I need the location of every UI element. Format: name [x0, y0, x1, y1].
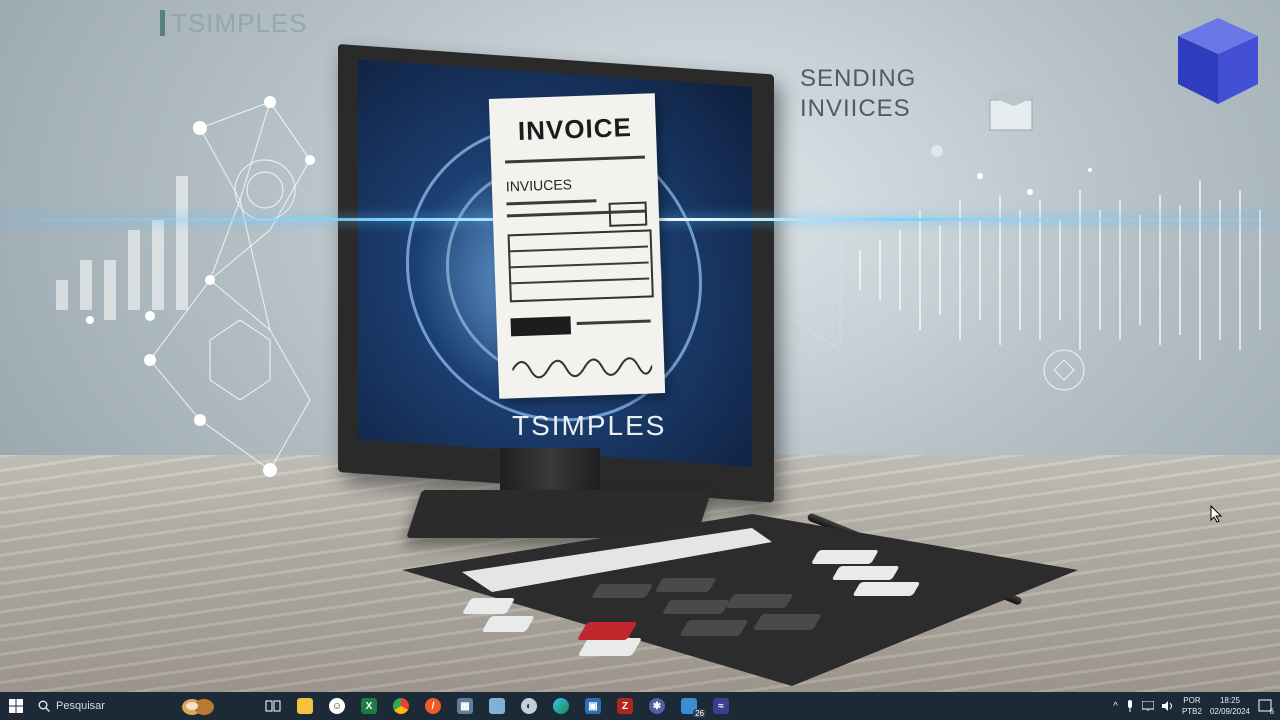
smiley-icon: ☺	[329, 698, 345, 714]
taskbar-search[interactable]: Pesquisar	[32, 692, 178, 720]
emoji-app-button[interactable]: ☺	[324, 693, 350, 719]
paint-app-button[interactable]: ◐	[516, 693, 542, 719]
brave-button[interactable]: /	[420, 693, 446, 719]
target-hexagon-icon	[1043, 349, 1085, 391]
app-badge: 26	[693, 709, 706, 718]
calculator-icon: ▦	[457, 698, 473, 714]
visual-studio-button[interactable]: ≈	[708, 693, 734, 719]
heading-line-2: INVIICES	[800, 95, 911, 122]
search-placeholder: Pesquisar	[56, 700, 105, 712]
filezilla-button[interactable]: Z	[612, 693, 638, 719]
palette-icon: ◐	[521, 698, 537, 714]
system-tray: ^ POR PTB2 18:25 02/09/2024 6	[1113, 692, 1280, 720]
chrome-button[interactable]	[388, 693, 414, 719]
clock-time: 18:25	[1219, 696, 1240, 705]
clock-date: 02/09/2024	[1209, 707, 1250, 716]
cube-logo-icon	[1178, 18, 1258, 104]
invoice-stamp-box	[608, 201, 648, 227]
brave-icon: /	[425, 698, 441, 714]
folder-icon	[297, 698, 313, 714]
remote-desktop-button[interactable]: ▣	[580, 693, 606, 719]
invoice-rule	[504, 155, 645, 164]
mouse-cursor-icon	[1210, 505, 1222, 523]
taskbar-pinned-apps: ☺ X / ▦ ◐ ▣ Z ✱ 26 ≈	[260, 693, 734, 719]
notification-count: 6	[1269, 707, 1274, 716]
notification-center-button[interactable]: 6	[1258, 699, 1274, 716]
calculator	[402, 514, 1078, 686]
chevron-up-icon[interactable]: ^	[1113, 701, 1118, 712]
note-icon	[489, 698, 505, 714]
logo-bar-icon	[160, 10, 165, 36]
volume-icon[interactable]	[1161, 701, 1174, 711]
search-icon	[38, 700, 50, 712]
invoice-total-block	[510, 316, 572, 337]
windows-icon	[9, 699, 23, 713]
excel-icon: X	[361, 698, 377, 714]
invoice-subtitle: INVIUCES	[505, 176, 573, 195]
file-explorer-button[interactable]	[292, 693, 318, 719]
start-button[interactable]	[0, 692, 32, 720]
network-icon[interactable]	[1141, 701, 1154, 711]
remote-icon: ▣	[585, 698, 601, 714]
invoice-rule	[506, 199, 597, 206]
sending-invoices-heading: SENDING INVIICES	[800, 64, 916, 124]
heading-line-1: SENDING	[800, 65, 917, 92]
filezilla-icon: Z	[617, 698, 633, 714]
task-view-button[interactable]	[260, 693, 286, 719]
edge-icon	[553, 698, 569, 714]
microphone-icon[interactable]	[1126, 700, 1134, 712]
invoice-document: INVOICE INVIUCES	[488, 93, 666, 399]
settings-app-button[interactable]: ✱	[644, 693, 670, 719]
keyboard-layout: PTB2	[1181, 707, 1202, 716]
edge-button[interactable]	[548, 693, 574, 719]
signature-icon	[511, 357, 653, 379]
clock[interactable]: 18:25 02/09/2024	[1210, 695, 1250, 717]
chrome-icon	[393, 698, 409, 714]
coconut-icon	[182, 699, 214, 715]
screen-brand-text: TSIMPLES	[512, 410, 667, 441]
invoice-title: INVOICE	[517, 112, 633, 146]
excel-button[interactable]: X	[356, 693, 382, 719]
calculator-button[interactable]: ▦	[452, 693, 478, 719]
watermark-logo: TSIMPLES	[160, 8, 308, 39]
graduation-box-icon	[988, 86, 1038, 131]
watermark-logo-text: TSIMPLES	[171, 8, 308, 38]
language-code: POR	[1183, 696, 1201, 705]
task-view-icon	[265, 700, 281, 712]
taskbar: Pesquisar ☺ X / ▦ ◐ ▣ Z ✱ 26 ≈ ^ POR PTB…	[0, 692, 1280, 720]
notes-app-button[interactable]	[484, 693, 510, 719]
weather-widget[interactable]	[180, 694, 216, 718]
network-graph-decoration	[56, 96, 315, 477]
desktop-wallpaper: TSIMPLES SENDING INVIICES TSIMPLES INVOI…	[0, 0, 1280, 692]
invoice-rule	[576, 319, 651, 326]
visual-studio-icon: ≈	[713, 698, 729, 714]
language-indicator[interactable]: POR PTB2	[1182, 695, 1202, 717]
terminal-app-button[interactable]: 26	[676, 693, 706, 719]
gear-icon: ✱	[649, 698, 665, 714]
